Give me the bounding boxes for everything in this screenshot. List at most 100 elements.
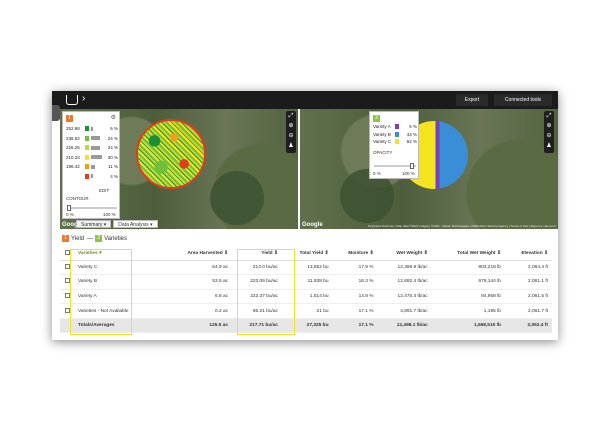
row-checkbox[interactable] — [60, 260, 74, 276]
table-row[interactable]: Variety C 64.9 ac 213.0 bu/ac 13,852 bu … — [60, 260, 552, 276]
legend-percent: 24 % — [107, 135, 118, 141]
table-row[interactable]: Variety B 53.5 ac 223.06 bu/ac 11,938 bu… — [60, 274, 552, 290]
edit-link[interactable]: EDIT — [99, 188, 109, 193]
variety-swatch — [395, 139, 399, 144]
table-row[interactable]: Varieties - Not Available 0.2 ac 85.21 b… — [60, 303, 552, 319]
elevation-cell: 2,061.5 ft — [504, 289, 552, 305]
total-wet-weight-cell: 803,218 lb — [431, 260, 505, 276]
table-row[interactable]: Variety A 6.8 ac 222.37 bu/ac 1,514 bu 1… — [60, 289, 552, 305]
contour-slider-handle[interactable] — [67, 205, 71, 211]
sidebar-toggle[interactable] — [52, 105, 60, 121]
street-view-icon[interactable]: ♟ — [544, 141, 554, 151]
column-header-moisture[interactable]: Moisture ⇕ — [332, 247, 378, 261]
total-yield-cell: 11,938 bu — [281, 274, 333, 290]
area-cell: 6.8 ac — [163, 289, 233, 305]
legend-swatch — [85, 135, 89, 141]
variety-name: Variety C — [373, 139, 392, 144]
yield-cell: 85.21 bu/ac — [232, 303, 282, 319]
fullscreen-icon[interactable]: ⤢ — [544, 111, 554, 121]
varieties-map[interactable]: 2 Variety A 5 % Variety B 43 % Variety C 52 %… — [300, 109, 558, 229]
legend-row: 210.23 30 % — [66, 154, 118, 160]
yield-average: 217.71 bu/ac — [232, 318, 282, 334]
legend-bar — [91, 155, 103, 159]
connected-tools-button[interactable]: Connected tools — [494, 94, 552, 106]
variety-percent: 52 % — [406, 139, 417, 144]
row-checkbox[interactable] — [60, 274, 74, 290]
tab-data-analysis[interactable]: Data Analysis ▾ — [113, 220, 158, 228]
zoom-out-icon[interactable]: ⊖ — [544, 131, 554, 141]
wet-weight-cell: 12,475.4 lb/ac — [377, 289, 432, 305]
legend-row: 238.62 24 % — [66, 135, 118, 141]
legend-row: 226.25 24 % — [66, 145, 118, 150]
zoom-in-icon[interactable]: ⊕ — [544, 121, 554, 131]
fullscreen-icon[interactable]: ⤢ — [286, 111, 296, 121]
moisture-cell: 17.1 % — [332, 303, 378, 319]
yield-cell: 222.37 bu/ac — [232, 289, 282, 305]
zoom-out-icon[interactable]: ⊖ — [286, 131, 296, 141]
variety-name: Variety A — [373, 124, 391, 129]
panel-title: 1 Yield — 2 Varieties — [62, 235, 127, 242]
column-header-total-yield[interactable]: Total Yield ⇕ — [281, 247, 333, 261]
variety-swatch — [395, 124, 399, 129]
moisture-cell: 16.3 % — [332, 274, 378, 290]
slider-min-label: 0 % — [66, 212, 74, 217]
legend-swatch — [85, 126, 89, 131]
contour-slider-track[interactable] — [67, 207, 117, 209]
legend-percent: 11 % — [108, 164, 118, 169]
map-credits[interactable]: Keyboard shortcuts | Map data ©2021 Imag… — [368, 224, 556, 228]
yield-heatmap-field[interactable] — [136, 119, 206, 189]
moisture-cell: 17.9 % — [332, 260, 378, 276]
app-logo-icon[interactable] — [66, 95, 78, 105]
legend-bar — [91, 126, 94, 131]
chevron-right-icon[interactable]: › — [82, 93, 85, 104]
opacity-slider-handle[interactable] — [410, 163, 414, 169]
layer-badge-1: 1 — [62, 235, 69, 242]
legend-value: 210.23 — [66, 154, 80, 160]
title-separator: — — [87, 235, 94, 242]
yield-cell: 213.0 bu/ac — [232, 260, 282, 276]
legend-bar — [91, 164, 96, 169]
legend-swatch — [85, 154, 89, 160]
yield-legend-panel: 1 ⚙ 252.98 6 % 238.62 24 % 226.25 24 % 210.23 3… — [62, 111, 120, 219]
totals-label: Totals/Averages — [74, 318, 164, 334]
tab-summary[interactable]: Summary ▾ — [76, 220, 112, 228]
legend-value: 196.42 — [66, 164, 80, 169]
contour-label: CONTOUR — [66, 196, 89, 201]
legend-swatch — [85, 145, 89, 150]
row-checkbox[interactable] — [60, 289, 74, 305]
column-header-area-harvested[interactable]: Area Harvested ⇕ — [163, 247, 233, 261]
total-yield-total: 27,325 bu — [281, 318, 333, 334]
legend-row: 4 % — [66, 173, 118, 179]
layer-badge-2: 2 — [95, 235, 103, 242]
total-wet-weight-cell: 679,144 lb — [431, 274, 505, 290]
total-wet-weight-total: 1,568,515 lb — [431, 318, 505, 334]
street-view-icon[interactable]: ♟ — [286, 141, 296, 151]
map2-controls: ⤢ ⊕ ⊖ ♟ — [544, 111, 554, 153]
export-button[interactable]: Export — [456, 94, 488, 106]
slider-max-label: 100 % — [402, 171, 415, 176]
select-all-checkbox[interactable] — [60, 247, 74, 261]
area-total: 125.5 ac — [163, 318, 233, 334]
total-yield-cell: 21 bu — [281, 303, 333, 319]
legend-bar — [91, 174, 93, 178]
variety-cell: Variety B — [74, 274, 164, 290]
app-window: › Export Connected tools 1 ⚙ 252.98 6 % 23… — [52, 91, 558, 340]
area-cell: 64.9 ac — [163, 260, 233, 276]
zoom-in-icon[interactable]: ⊕ — [286, 121, 296, 131]
column-header-total-wet-weight[interactable]: Total Wet Weight ⇕ — [431, 247, 505, 261]
column-header-yield[interactable]: Yield ⇕ — [232, 247, 282, 261]
layer-badge: 2 — [373, 115, 380, 122]
layer-badge: 1 — [66, 115, 73, 122]
variety-cell: Variety A — [74, 289, 164, 305]
yield-map[interactable]: 1 ⚙ 252.98 6 % 238.62 24 % 226.25 24 % 210.23 3… — [60, 109, 298, 229]
column-header-varieties[interactable]: Varieties ▾ — [74, 247, 164, 261]
legend-percent: 30 % — [107, 154, 118, 160]
row-checkbox[interactable] — [60, 303, 74, 319]
varieties-legend-panel: 2 Variety A 5 % Variety B 43 % Variety C 52 %… — [369, 111, 419, 179]
legend-percent: 4 % — [110, 173, 118, 179]
variety-swatch — [395, 131, 399, 137]
column-header-wet-weight[interactable]: Wet Weight ⇕ — [377, 247, 432, 261]
variety-percent: 5 % — [409, 124, 417, 129]
settings-icon[interactable]: ⚙ — [111, 114, 116, 121]
column-header-elevation[interactable]: Elevation ⇕ — [504, 247, 552, 261]
